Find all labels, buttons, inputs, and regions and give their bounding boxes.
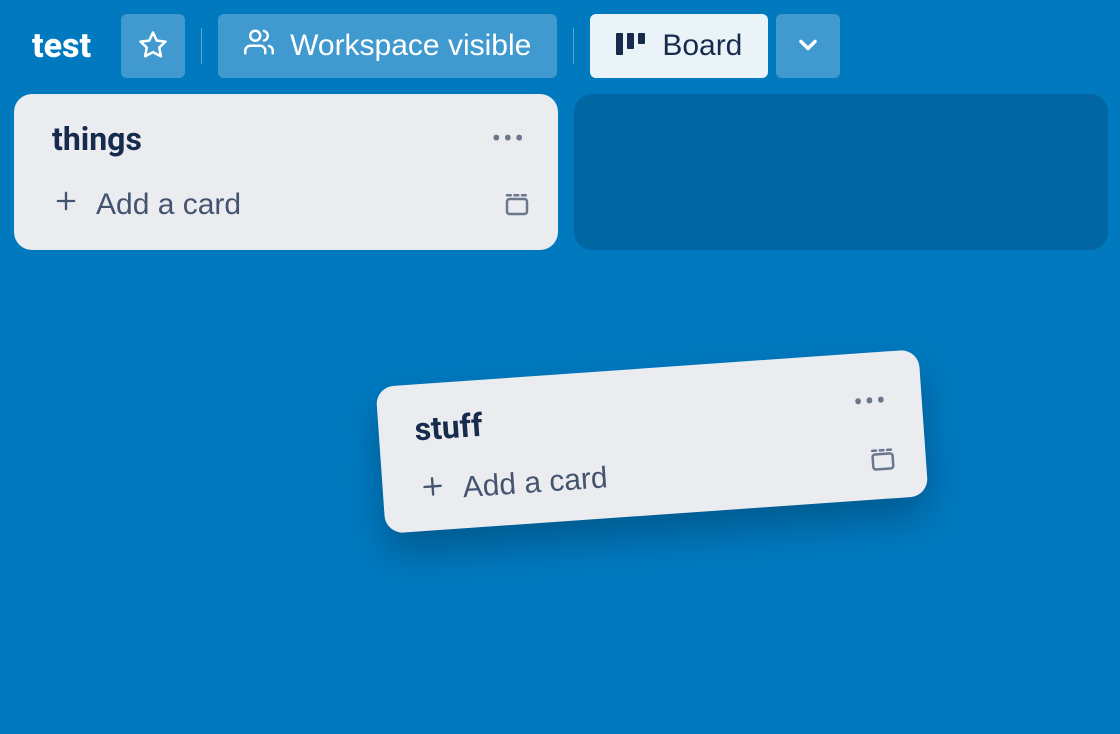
view-label: Board <box>662 29 742 63</box>
board-header: test Workspace visible <box>0 0 1120 78</box>
visibility-label: Workspace visible <box>290 29 531 63</box>
board-view-icon <box>616 29 646 63</box>
visibility-button[interactable]: Workspace visible <box>218 14 557 78</box>
plus-icon <box>52 187 80 223</box>
card-template-button[interactable] <box>502 189 532 222</box>
list-header: things ••• <box>52 118 532 159</box>
list-menu-button[interactable]: ••• <box>846 379 895 423</box>
list-drop-placeholder <box>574 94 1108 250</box>
chevron-down-icon <box>794 31 822 62</box>
list-footer: Add a card <box>418 440 899 509</box>
view-switch-button[interactable]: Board <box>590 14 768 78</box>
template-icon <box>868 461 899 478</box>
template-icon <box>502 207 532 222</box>
star-button[interactable] <box>121 14 185 78</box>
list-header: stuff ••• <box>413 371 895 453</box>
ellipsis-icon: ••• <box>492 122 526 155</box>
add-card-label: Add a card <box>96 188 241 222</box>
board-title[interactable]: test <box>32 26 91 66</box>
list-title[interactable]: things <box>52 120 142 158</box>
card-template-button[interactable] <box>867 443 899 478</box>
board-area: things ••• Add a card <box>0 78 1120 250</box>
list-menu-button[interactable]: ••• <box>486 118 532 159</box>
divider <box>201 28 202 64</box>
people-icon <box>244 27 274 65</box>
list-stuff-dragging[interactable]: stuff ••• Add a card <box>376 349 929 534</box>
add-card-button[interactable]: Add a card <box>52 187 241 223</box>
ellipsis-icon: ••• <box>852 383 889 418</box>
add-card-label: Add a card <box>462 461 609 505</box>
star-icon <box>138 30 168 63</box>
plus-icon <box>418 471 448 509</box>
view-dropdown-button[interactable] <box>776 14 840 78</box>
list-things[interactable]: things ••• Add a card <box>14 94 558 250</box>
list-title[interactable]: stuff <box>413 405 484 448</box>
list-footer: Add a card <box>52 187 532 223</box>
divider <box>573 28 574 64</box>
add-card-button[interactable]: Add a card <box>418 460 609 509</box>
